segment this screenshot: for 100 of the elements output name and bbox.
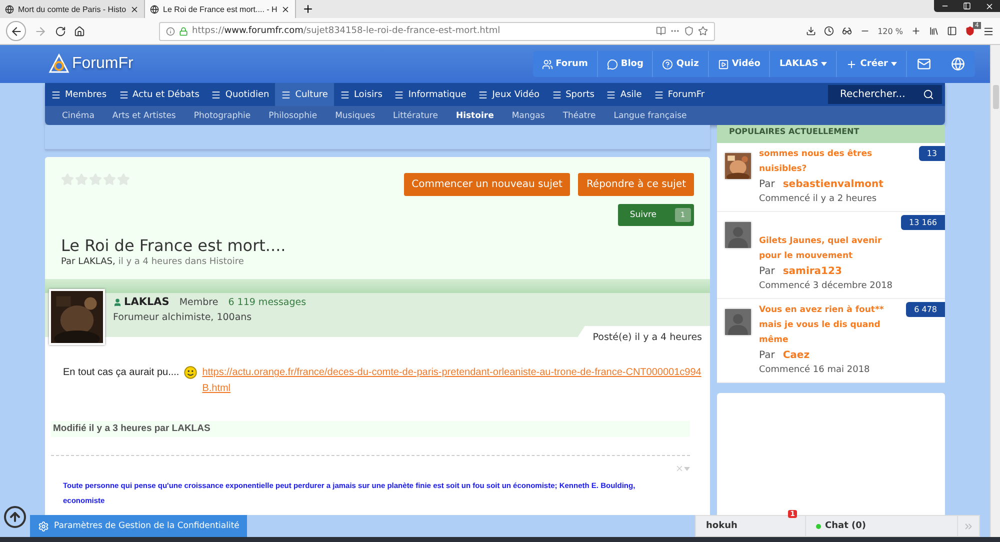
topic-link[interactable]: Vous en avez rien à fout** mais je vous le dis quand même [759,303,901,348]
menu-icon [478,90,488,100]
subnav-item[interactable]: Philosophie [260,110,326,120]
user-icon [113,298,122,306]
nav-item[interactable]: Quotidien [205,83,276,106]
close-icon[interactable] [281,4,290,14]
header-link[interactable]: Quiz [653,51,709,77]
privacy-button[interactable]: Paramètres de Gestion de la Confidentialité [30,515,248,537]
subnav-item[interactable]: Photographie [184,110,260,120]
subnav-item[interactable]: Histoire [446,110,503,120]
author-link[interactable]: sebastienvalmont [782,177,884,192]
globe-icon[interactable] [951,57,965,71]
user-avatar[interactable] [49,289,105,345]
subnav-item[interactable]: Cinéma [53,110,104,120]
subnav-item[interactable]: Arts et Artistes [103,110,185,120]
nav-item[interactable]: Informatique [388,83,472,106]
topic-link[interactable]: sommes nous des êtres nuisibles? [759,147,901,177]
nav-item[interactable]: Loisirs [334,83,388,106]
topic-button[interactable]: Commencer un nouveau sujet [404,173,570,196]
zoom-level[interactable]: 120 % [878,26,903,36]
header-link[interactable]: LAKLAS [770,51,838,77]
extension-shield-icon[interactable] [965,26,975,36]
browser-tab[interactable]: Le Roi de France est mort.... - H [145,0,296,18]
menu-icon [606,90,616,100]
bookmark-star-icon[interactable] [698,26,708,36]
speech-bubble-icon [606,58,618,70]
clock-icon[interactable] [824,26,834,36]
popular-topic[interactable]: Gilets Jaunes, quel avenir pour le mouvement Par samira123 Commencé 3 décembre 2018 13 166 [717,212,945,299]
nav-item[interactable]: Culture [275,83,334,106]
info-icon [166,26,175,36]
site-icon [5,4,14,14]
popular-topic[interactable]: sommes nous des êtres nuisibles? Par sebastienvalmont Commencé il y a 2 heures 13 [717,143,945,212]
back-button[interactable] [6,21,26,41]
menu-icon[interactable] [983,26,994,36]
author-link[interactable]: samira123 [782,264,842,279]
header-link[interactable]: Forum [532,51,598,77]
nav-item[interactable]: Actu et Débats [112,83,206,106]
nav-item[interactable]: ForumFr [648,83,711,106]
header-link[interactable]: Créer [837,51,907,77]
star-icon[interactable] [89,173,102,186]
menu-icon [552,90,562,100]
header-link[interactable]: Blog [598,51,654,77]
reload-icon[interactable] [55,26,66,36]
avatar-silhouette-icon [725,222,751,248]
reader-icon[interactable] [656,26,666,36]
topic-avatar[interactable] [725,153,751,179]
logo-icon [48,53,70,75]
header-link[interactable]: Vidéo [708,51,770,77]
subnav-item[interactable]: Langue française [604,110,696,120]
star-icon[interactable] [75,173,88,186]
site-icon [150,4,160,14]
download-icon[interactable] [806,26,816,36]
subnav-item[interactable]: Théatre [554,110,605,120]
library-icon[interactable] [929,26,939,36]
nav-item[interactable]: Jeux Vidéo [472,83,546,106]
nav-item[interactable]: Asile [600,83,648,106]
play-icon [718,58,729,70]
glasses-icon[interactable] [842,26,852,36]
nav-item[interactable]: Membres [45,83,113,106]
address-field[interactable]: https://www.forumfr.com/sujet834158-le-roi-de-france-est-mort.html [159,22,715,40]
author-link[interactable]: Caez [782,348,810,363]
start-date: Commencé il y a 2 heures [759,192,878,206]
search-icon[interactable] [923,89,934,100]
gear-icon [38,520,49,532]
restore-icon[interactable] [963,2,971,10]
close-icon[interactable] [130,4,140,14]
user-tagline: Forumeur alchimiste, 100ans [113,312,252,323]
subnav-item[interactable]: Mangas [502,110,554,120]
search-field[interactable]: Rechercher... [828,85,942,104]
menu-icon [211,90,222,100]
mail-icon[interactable] [917,57,931,71]
menu-icon [51,90,61,100]
popular-topic[interactable]: Vous en avez rien à fout** mais je vous le dis quand même Par Caez Commencé 16 mai 2018 6 478 [717,299,945,383]
home-icon[interactable] [74,26,85,36]
topic-link[interactable]: Gilets Jaunes, quel avenir pour le mouvement [759,234,901,264]
chat-toggle[interactable]: Chat (0) [806,516,957,536]
start-date: Commencé 3 décembre 2018 [759,280,894,293]
edit-note: Modifié il y a 3 heures par LAKLAS [51,421,690,437]
topic-meta: il y a 4 heures dans Histoire [118,257,244,267]
scroll-up-icon[interactable] [3,505,27,529]
sidebar-icon[interactable] [947,26,957,36]
menu-icon [654,90,664,100]
topic-button[interactable]: Répondre à ce sujet [578,173,694,196]
star-icon[interactable] [103,173,116,186]
avatar-silhouette-icon [725,309,751,335]
nav-item[interactable]: Sports [546,83,600,106]
reply-count: 6 478 [906,302,945,317]
new-tab-icon[interactable] [302,3,314,15]
star-icon[interactable] [61,173,74,186]
article-link[interactable]: https://actu.orange.fr/france/deces-du-comte-de-paris-pretendant-orleaniste-au-trone-de-france-CNT000001c994B.html [202,365,702,397]
browser-tab[interactable]: Mort du comte de Paris - Histo [0,0,146,18]
site-logo[interactable]: ForumFr [48,53,134,75]
subnav-item[interactable]: Littérature [384,110,447,120]
author-link[interactable]: Par LAKLAS, [61,257,116,267]
scrollbar[interactable] [990,45,1000,537]
zoom-in-icon[interactable] [911,26,921,36]
subnav-item[interactable]: Musiques [326,110,384,120]
star-icon[interactable] [117,173,130,186]
post-author[interactable]: LAKLAS [113,296,170,308]
chat-user[interactable]: hokuh [706,521,738,531]
